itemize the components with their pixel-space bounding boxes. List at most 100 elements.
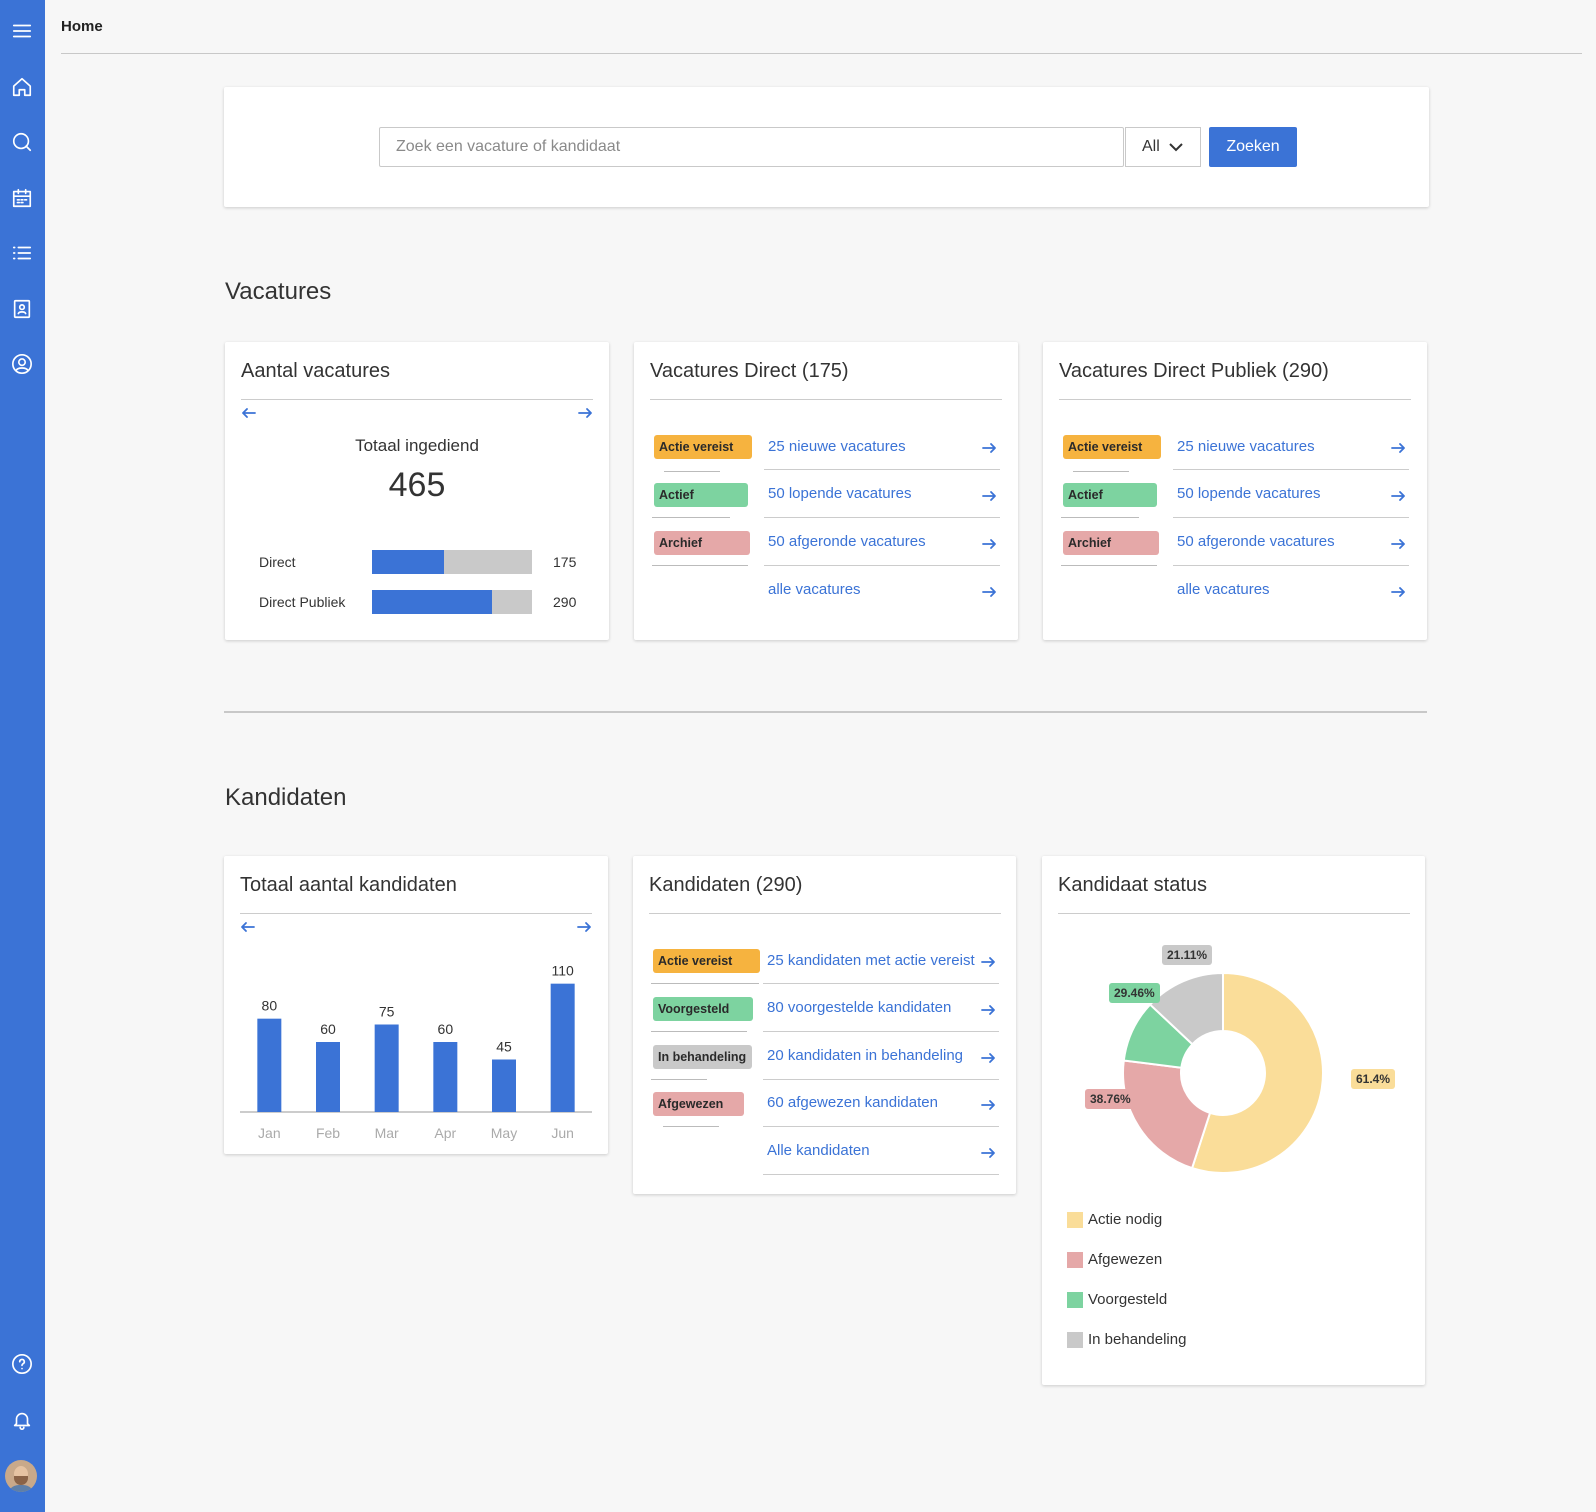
arrow-right-icon[interactable]	[981, 488, 997, 504]
vacatures-direct-card: Vacatures Direct (175) Actie vereist Act…	[634, 342, 1018, 640]
search-icon[interactable]	[10, 130, 34, 154]
arrow-right-icon[interactable]	[1390, 488, 1406, 504]
row-divider	[764, 517, 1000, 518]
legend-item: Voorgesteld	[1067, 1291, 1167, 1308]
section-divider	[224, 711, 1427, 713]
link-alle-vacatures[interactable]: alle vacatures	[1177, 581, 1270, 598]
x-tick-label: Feb	[316, 1125, 340, 1141]
total-value: 465	[388, 466, 446, 504]
badge-divider	[651, 1079, 707, 1080]
row-divider	[763, 1126, 999, 1127]
filter-select[interactable]: All	[1126, 127, 1201, 167]
bar-track-direct-publiek	[372, 590, 532, 614]
bar-value-label: 60	[320, 1021, 336, 1037]
card-divider	[241, 399, 593, 400]
arrow-right-icon[interactable]	[980, 1050, 996, 1066]
chevron-down-icon	[1169, 143, 1183, 152]
search-card: All Zoeken	[224, 87, 1429, 207]
sidebar	[0, 0, 45, 1512]
bar-track-direct	[372, 550, 532, 574]
pie-label-actie-nodig: 61.4%	[1351, 1069, 1396, 1089]
badge-divider	[1061, 565, 1157, 566]
link-nieuwe-vacatures[interactable]: 25 nieuwe vacatures	[768, 438, 906, 455]
section-title-kandidaten: Kandidaten	[225, 784, 347, 811]
row-divider	[1173, 565, 1409, 566]
row-divider	[1173, 469, 1409, 470]
bar-jun	[550, 983, 575, 1112]
legend-item: Afgewezen	[1067, 1251, 1162, 1268]
badge-actie-vereist: Actie vereist	[653, 949, 760, 973]
bar-fill-direct	[372, 550, 444, 574]
search-input[interactable]	[380, 128, 1125, 166]
bell-icon[interactable]	[10, 1408, 34, 1432]
link-lopende-vacatures[interactable]: 50 lopende vacatures	[1177, 485, 1320, 502]
card-divider	[650, 399, 1002, 400]
arrow-right-icon[interactable]	[980, 1097, 996, 1113]
badge-divider	[651, 983, 759, 984]
bar-jan	[257, 1018, 282, 1112]
row-divider	[763, 1031, 999, 1032]
card-title: Kandidaten (290)	[649, 874, 803, 896]
arrow-right-icon[interactable]	[981, 536, 997, 552]
legend-swatch	[1067, 1291, 1083, 1308]
row-divider	[1173, 517, 1409, 518]
arrow-right-icon[interactable]	[1390, 536, 1406, 552]
status-donut-chart	[1122, 971, 1324, 1174]
arrow-right-icon[interactable]	[981, 584, 997, 600]
arrow-right-icon[interactable]	[980, 1145, 996, 1161]
totaal-kandidaten-card: Totaal aantal kandidaten 80 Jan 60 Feb 75 Mar…	[224, 856, 608, 1154]
legend-label: Voorgesteld	[1088, 1291, 1168, 1308]
legend-swatch	[1067, 1251, 1083, 1268]
bar-value-label: 45	[496, 1039, 512, 1055]
arrow-right-icon[interactable]	[577, 405, 593, 421]
x-tick-label: Mar	[375, 1125, 399, 1141]
legend-label: Afgewezen	[1088, 1251, 1163, 1268]
arrow-right-icon[interactable]	[1390, 584, 1406, 600]
link-kandidaten-afgewezen[interactable]: 60 afgewezen kandidaten	[767, 1094, 938, 1111]
slice-afgewezen	[1122, 1059, 1212, 1170]
contacts-icon[interactable]	[10, 297, 34, 321]
pie-label-voorgesteld: 29.46%	[1109, 983, 1160, 1003]
link-afgeronde-vacatures[interactable]: 50 afgeronde vacatures	[1177, 533, 1335, 550]
row-divider	[764, 469, 1000, 470]
badge-divider	[664, 471, 720, 472]
bar-value-label: 75	[379, 1004, 395, 1020]
link-afgeronde-vacatures[interactable]: 50 afgeronde vacatures	[768, 533, 926, 550]
arrow-right-icon[interactable]	[1390, 440, 1406, 456]
bar-apr	[433, 1042, 458, 1112]
bar-value-direct-publiek: 290	[553, 594, 577, 610]
x-tick-label: Jan	[258, 1125, 281, 1141]
link-kandidaten-voorgesteld[interactable]: 80 voorgestelde kandidaten	[767, 999, 951, 1016]
badge-divider	[652, 517, 730, 518]
arrow-right-icon[interactable]	[980, 1002, 996, 1018]
link-kandidaten-actie[interactable]: 25 kandidaten met actie vereist	[767, 952, 975, 969]
menu-icon[interactable]	[10, 19, 34, 43]
calendar-icon[interactable]	[10, 186, 34, 210]
legend-item: In behandeling	[1067, 1331, 1186, 1348]
header-divider	[61, 53, 1582, 54]
help-icon[interactable]	[10, 1352, 34, 1376]
home-icon[interactable]	[10, 75, 34, 99]
badge-divider	[1073, 471, 1129, 472]
account-icon[interactable]	[10, 352, 34, 376]
link-kandidaten-behandeling[interactable]: 20 kandidaten in behandeling	[767, 1047, 963, 1064]
legend-swatch	[1067, 1331, 1083, 1348]
arrow-right-icon[interactable]	[981, 440, 997, 456]
link-nieuwe-vacatures[interactable]: 25 nieuwe vacatures	[1177, 438, 1315, 455]
badge-divider	[652, 565, 748, 566]
legend-label: In behandeling	[1088, 1331, 1187, 1348]
arrow-right-icon[interactable]	[980, 954, 996, 970]
avatar[interactable]	[5, 1460, 37, 1492]
pie-label-afgewezen: 38.76%	[1085, 1089, 1136, 1109]
badge-voorgesteld: Voorgesteld	[653, 997, 753, 1021]
legend-swatch	[1067, 1211, 1083, 1228]
page-title: Home	[61, 18, 103, 35]
list-icon[interactable]	[10, 241, 34, 265]
link-alle-vacatures[interactable]: alle vacatures	[768, 581, 861, 598]
search-button[interactable]: Zoeken	[1209, 127, 1297, 167]
link-lopende-vacatures[interactable]: 50 lopende vacatures	[768, 485, 911, 502]
arrow-left-icon[interactable]	[241, 405, 257, 421]
link-alle-kandidaten[interactable]: Alle kandidaten	[767, 1142, 870, 1159]
section-title-vacatures: Vacatures	[225, 278, 332, 305]
legend-item: Actie nodig	[1067, 1211, 1162, 1228]
